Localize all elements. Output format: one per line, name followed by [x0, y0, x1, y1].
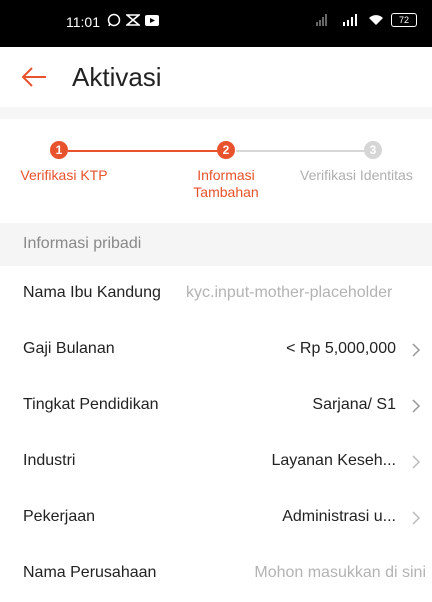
- mother-name-input[interactable]: [186, 282, 432, 304]
- step-2-indicator: 2: [217, 141, 235, 159]
- wifi-icon: [369, 15, 383, 25]
- education-label: Tingkat Pendidikan: [23, 396, 159, 413]
- chevron-right-icon: [412, 399, 421, 413]
- step-3-indicator: 3: [364, 141, 382, 159]
- chevron-right-icon: [412, 455, 421, 469]
- divider-band: [0, 107, 432, 119]
- video-icon: [145, 14, 159, 26]
- battery-level: 72: [398, 15, 409, 25]
- salary-value: < Rp 5,000,000: [286, 340, 396, 357]
- step-2-label: Informasi Tambahan: [193, 167, 259, 200]
- back-arrow-icon[interactable]: [20, 63, 48, 91]
- chevron-right-icon: [412, 511, 421, 525]
- occupation-label: Pekerjaan: [23, 508, 96, 525]
- signal-icon-2: [343, 14, 357, 26]
- salary-label: Gaji Bulanan: [23, 340, 115, 357]
- app-bar: Aktivasi: [0, 47, 432, 107]
- status-bar: 11:01 72: [0, 0, 432, 47]
- industry-value: Layanan Keseh...: [271, 452, 396, 469]
- step-1-indicator: 1: [50, 141, 68, 159]
- mother-name-row: Nama Ibu Kandung: [0, 266, 432, 323]
- salary-row[interactable]: Gaji Bulanan < Rp 5,000,000: [0, 322, 432, 379]
- page-title: Aktivasi: [72, 62, 162, 92]
- occupation-row[interactable]: Pekerjaan Administrasi u...: [0, 490, 432, 547]
- company-row: Nama Perusahaan: [0, 546, 432, 602]
- chevron-right-icon: [412, 343, 421, 357]
- education-value: Sarjana/ S1: [312, 396, 396, 413]
- status-time: 11:01: [66, 14, 100, 30]
- industry-row[interactable]: Industri Layanan Keseh...: [0, 434, 432, 491]
- section-header: Informasi pribadi: [0, 223, 432, 266]
- industry-label: Industri: [23, 452, 76, 469]
- step-3-label: Verifikasi Identitas: [300, 167, 413, 183]
- whatsapp-icon: [107, 13, 121, 27]
- step-connector-2: [236, 150, 366, 152]
- step-connector-1: [68, 150, 226, 152]
- battery-icon: 72: [391, 13, 417, 27]
- mail-icon: [126, 14, 140, 26]
- company-input[interactable]: [200, 562, 426, 584]
- signal-icon: [316, 14, 327, 26]
- education-row[interactable]: Tingkat Pendidikan Sarjana/ S1: [0, 378, 432, 435]
- company-label: Nama Perusahaan: [23, 564, 157, 581]
- occupation-value: Administrasi u...: [282, 508, 396, 525]
- mother-name-label: Nama Ibu Kandung: [23, 284, 161, 301]
- section-title: Informasi pribadi: [23, 235, 142, 252]
- step-1-label: Verifikasi KTP: [20, 167, 108, 183]
